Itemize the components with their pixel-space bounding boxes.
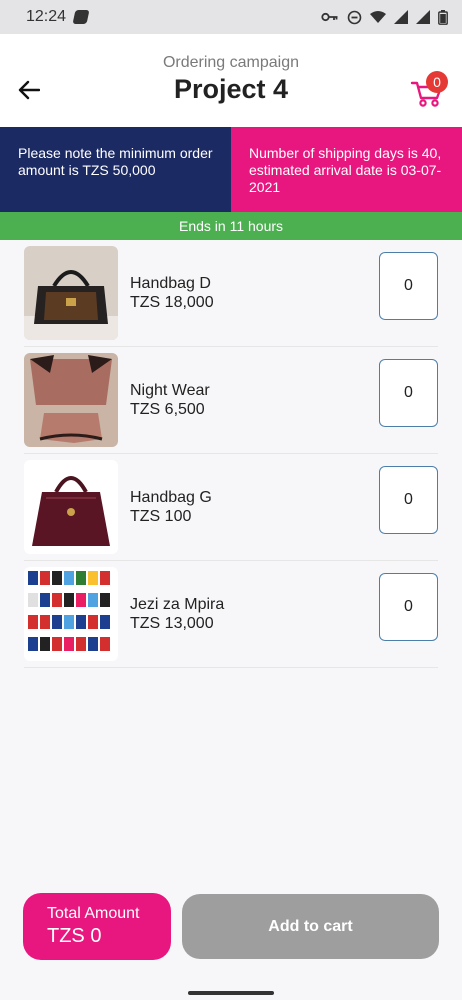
product-row: Handbag G TZS 100 0 xyxy=(24,454,438,561)
cart-button[interactable]: 0 xyxy=(410,71,448,109)
app-notification-icon xyxy=(72,10,90,24)
cart-count-badge: 0 xyxy=(426,71,448,93)
wifi-icon xyxy=(370,11,386,23)
quantity-input[interactable]: 0 xyxy=(379,573,438,641)
info-banners: Please note the minimum order amount is … xyxy=(0,127,462,212)
status-time: 12:24 xyxy=(26,8,67,25)
status-icons xyxy=(321,9,448,25)
product-image-handbag-d xyxy=(24,246,118,340)
product-row: Jezi za Mpira TZS 13,000 0 xyxy=(24,561,438,668)
product-name: Night Wear xyxy=(130,382,210,399)
total-amount-box: Total Amount TZS 0 xyxy=(23,893,171,960)
product-name: Handbag D xyxy=(130,275,211,292)
shipping-banner: Number of shipping days is 40, estimated… xyxy=(231,127,462,212)
product-list: Handbag D TZS 18,000 0 Night Wear TZS 6,… xyxy=(0,240,462,668)
quantity-input[interactable]: 0 xyxy=(379,252,438,320)
product-price: TZS 18,000 xyxy=(130,294,214,311)
add-to-cart-button[interactable]: Add to cart xyxy=(182,894,439,959)
total-amount-value: TZS 0 xyxy=(47,925,102,947)
product-image-jezi-za-mpira xyxy=(24,567,118,661)
product-row: Handbag D TZS 18,000 0 xyxy=(24,240,438,347)
product-row: Night Wear TZS 6,500 0 xyxy=(24,347,438,454)
status-bar: 12:24 xyxy=(0,0,462,34)
do-not-disturb-icon xyxy=(347,10,362,24)
key-icon xyxy=(321,12,338,22)
product-price: TZS 6,500 xyxy=(130,401,205,418)
product-image-night-wear xyxy=(24,353,118,447)
home-indicator[interactable] xyxy=(188,991,274,995)
page-title: Project 4 xyxy=(173,74,289,104)
product-price: TZS 13,000 xyxy=(130,615,214,632)
product-price: TZS 100 xyxy=(130,508,192,525)
product-name: Jezi za Mpira xyxy=(130,596,225,613)
quantity-input[interactable]: 0 xyxy=(379,359,438,427)
product-name: Handbag G xyxy=(130,489,212,506)
battery-icon xyxy=(438,9,448,25)
countdown-bar: Ends in 11 hours xyxy=(0,212,462,240)
signal-icon xyxy=(394,10,408,24)
quantity-input[interactable]: 0 xyxy=(379,466,438,534)
app-header: Ordering campaign Project 4 0 xyxy=(0,34,462,127)
campaign-subtitle: Ordering campaign xyxy=(162,54,300,71)
minimum-order-banner: Please note the minimum order amount is … xyxy=(0,127,231,212)
product-image-handbag-g xyxy=(24,460,118,554)
total-amount-label: Total Amount xyxy=(47,905,140,922)
signal-2-icon xyxy=(416,10,430,24)
